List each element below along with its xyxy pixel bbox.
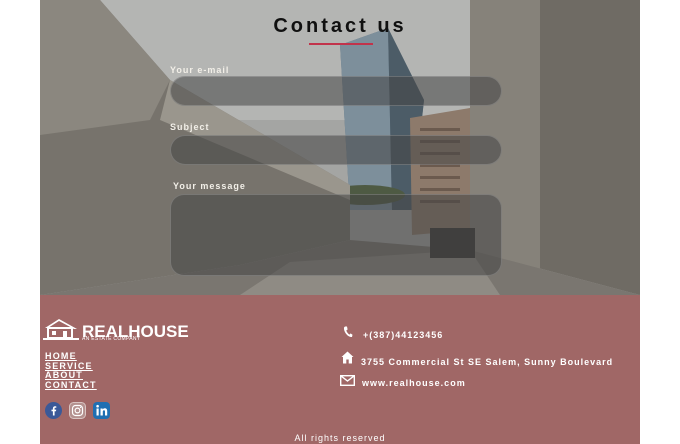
facebook-icon[interactable] xyxy=(45,402,62,419)
nav-link-contact[interactable]: CONTACT xyxy=(45,380,97,391)
message-label: Your message xyxy=(173,181,246,191)
contact-title: Contact us xyxy=(273,15,407,37)
footer-nav: HOME SERVICE ABOUT CONTACT xyxy=(45,351,97,391)
address: 3755 Commercial St SE Salem, Sunny Boule… xyxy=(361,357,614,367)
message-textarea[interactable] xyxy=(170,194,502,276)
copyright: All rights reserved xyxy=(294,433,386,443)
contact-section: Contact us Your e-mail Subject Your mess… xyxy=(40,0,640,295)
instagram-icon[interactable] xyxy=(69,402,86,419)
website-link[interactable]: www.realhouse.com xyxy=(362,378,466,388)
subject-field[interactable] xyxy=(170,135,502,165)
house-logo-icon xyxy=(43,319,79,340)
email-field[interactable] xyxy=(170,76,502,106)
page: Contact us Your e-mail Subject Your mess… xyxy=(40,0,640,444)
title-underline xyxy=(309,43,373,45)
email-label: Your e-mail xyxy=(170,65,230,75)
phone-icon xyxy=(343,326,353,338)
footer: REALHOUSE AN ESTATE COMPANY HOME SERVICE… xyxy=(40,295,640,444)
subject-label: Subject xyxy=(170,122,210,132)
phone-number[interactable]: +(387)44123456 xyxy=(363,330,443,340)
logo-tagline: AN ESTATE COMPANY xyxy=(82,336,141,342)
home-icon xyxy=(341,351,354,364)
mail-icon xyxy=(340,375,355,386)
linkedin-icon[interactable] xyxy=(93,402,110,419)
